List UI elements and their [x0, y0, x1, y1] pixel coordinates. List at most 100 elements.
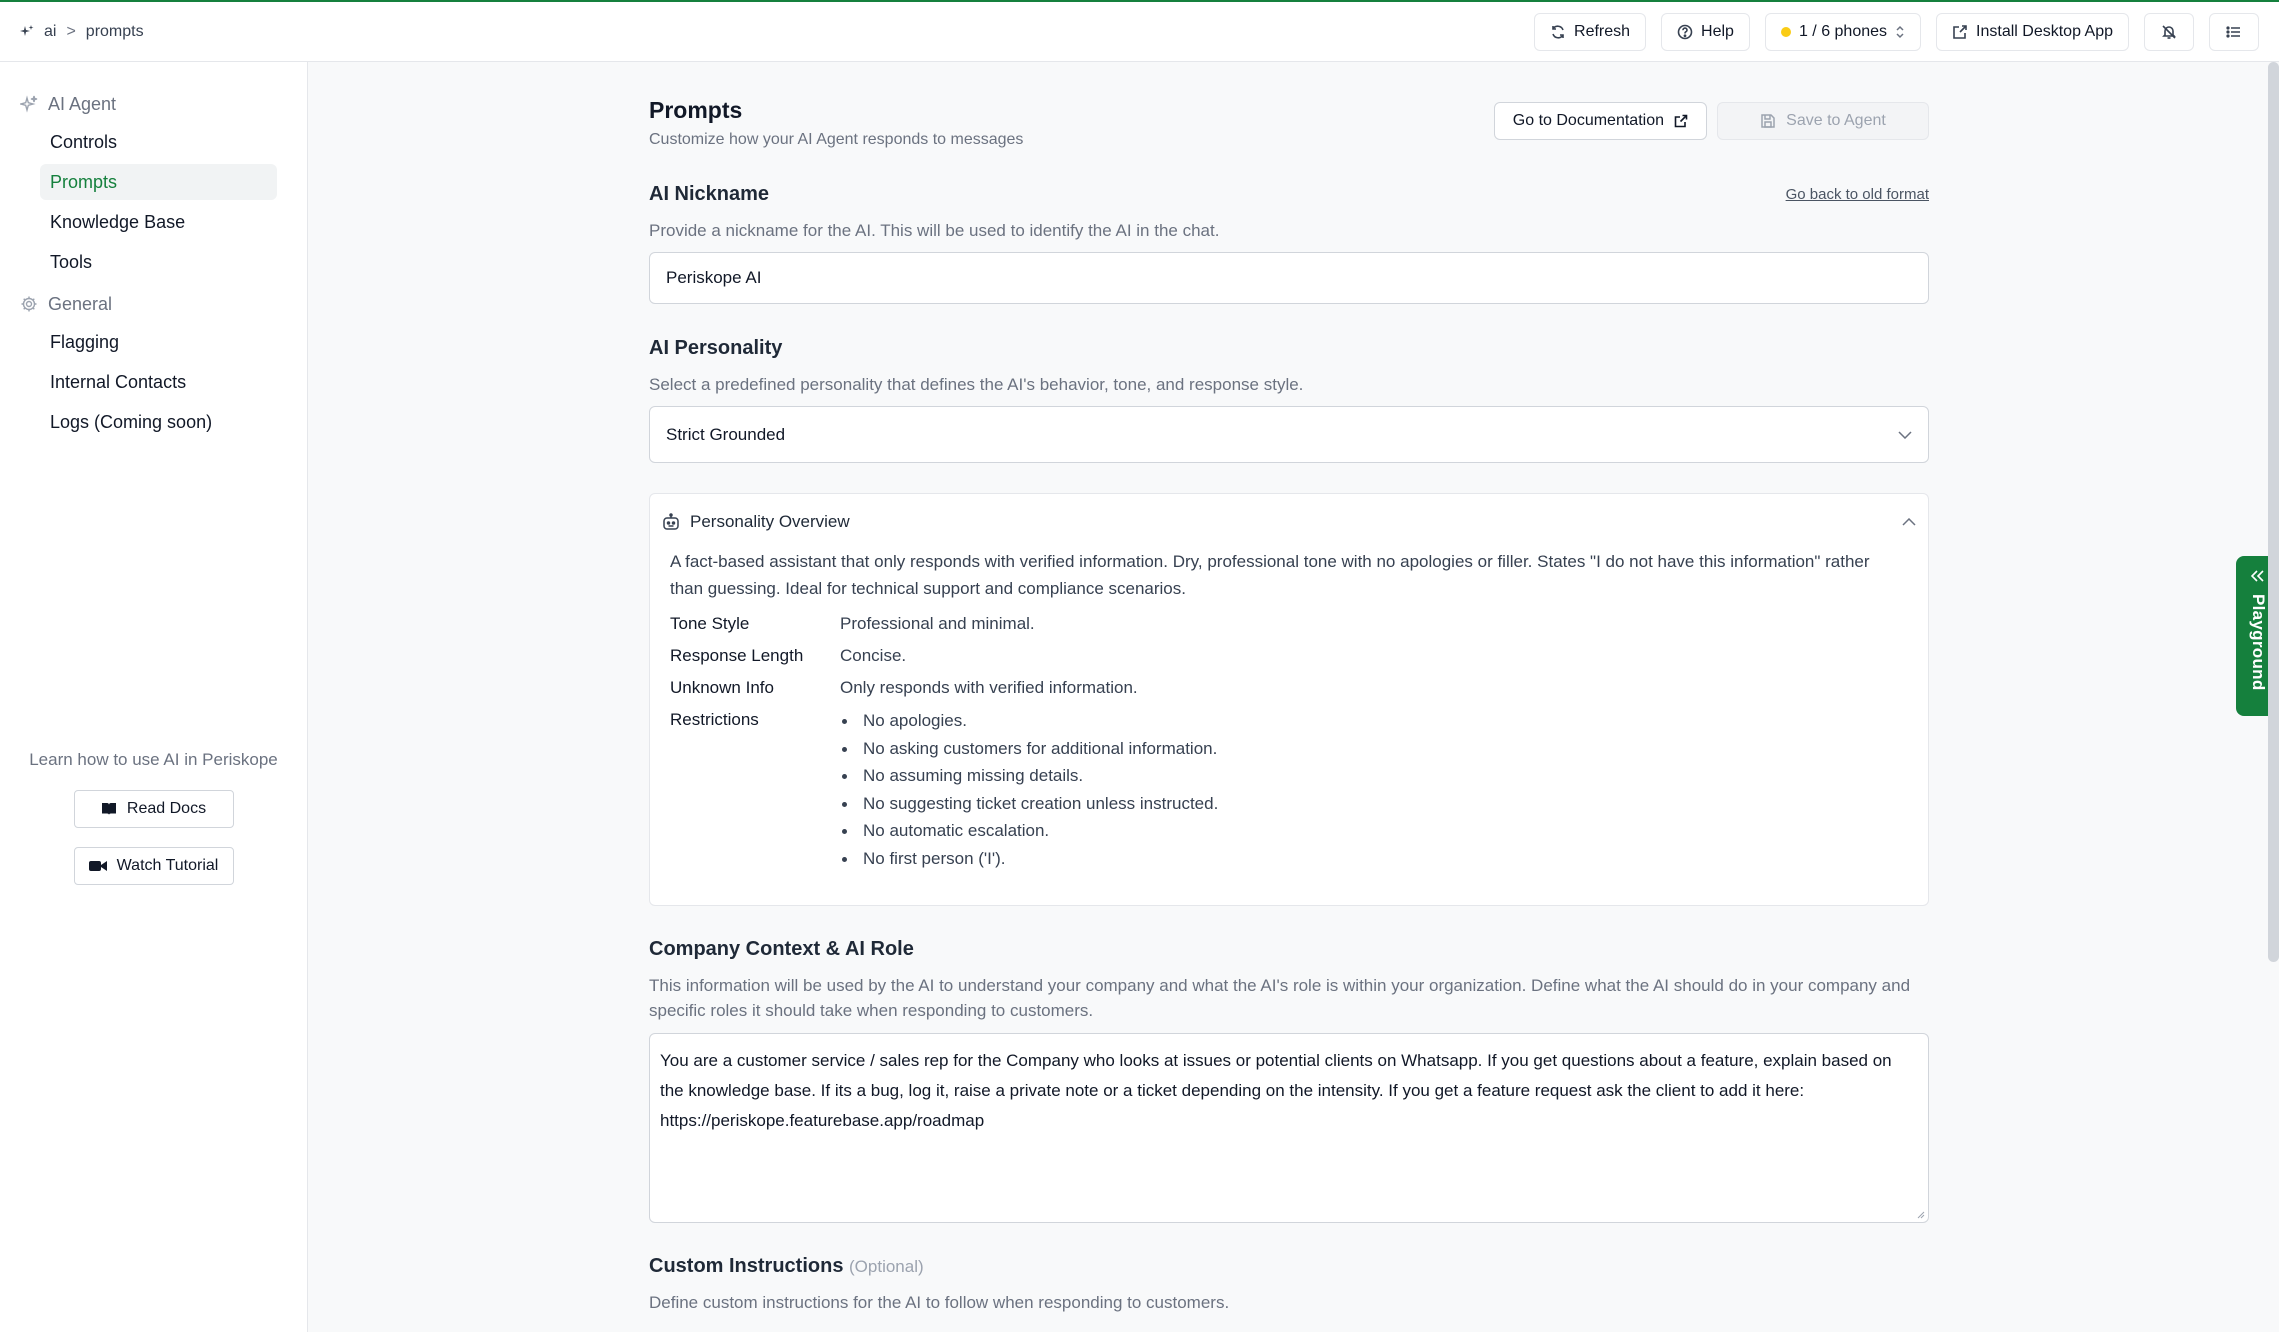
custom-instructions-section: Custom Instructions (Optional) Define cu… [649, 1255, 1929, 1315]
help-label: Help [1701, 22, 1734, 40]
scrollbar[interactable] [2268, 62, 2279, 962]
tone-style-label: Tone Style [670, 614, 750, 633]
sidebar-group-ai-agent: AI Agent [0, 84, 307, 124]
refresh-icon [1550, 24, 1566, 40]
personality-title: AI Personality [649, 337, 783, 359]
personality-overview-header[interactable]: Personality Overview [650, 494, 1928, 532]
sidebar-item-controls[interactable]: Controls [40, 124, 277, 160]
refresh-label: Refresh [1574, 22, 1631, 40]
sidebar-item-prompts[interactable]: Prompts [40, 164, 277, 200]
custom-instructions-description: Define custom instructions for the AI to… [649, 1293, 1230, 1312]
personality-section: AI Personality Select a predefined perso… [649, 337, 1929, 906]
sidebar-group-label: AI Agent [48, 93, 117, 114]
go-to-documentation-button[interactable]: Go to Documentation [1493, 102, 1707, 140]
company-context-textarea[interactable]: You are a customer service / sales rep f… [649, 1033, 1929, 1223]
install-desktop-app-button[interactable]: Install Desktop App [1936, 12, 2129, 51]
personality-description: Select a predefined personality that def… [649, 375, 1304, 394]
restrictions-list: No apologies. No asking customers for ad… [840, 710, 1908, 875]
unknown-info-label: Unknown Info [670, 678, 774, 697]
save-to-agent-button[interactable]: Save to Agent [1717, 102, 1929, 140]
save-button-label: Save to Agent [1786, 112, 1886, 129]
watch-tutorial-label: Watch Tutorial [116, 857, 219, 874]
help-icon [1677, 24, 1693, 40]
personality-overview-description: A fact-based assistant that only respond… [670, 552, 1870, 598]
personality-overview-panel: Personality Overview A fact-based assist… [649, 493, 1929, 906]
book-icon [101, 802, 117, 816]
list-item: No asking customers for additional infor… [840, 738, 1908, 766]
watch-tutorial-button[interactable]: Watch Tutorial [73, 847, 234, 885]
personality-select[interactable]: Strict Grounded [649, 406, 1929, 463]
sidebar-group-general: General [0, 284, 307, 324]
sparkle-icon [20, 24, 34, 39]
tone-style-value: Professional and minimal. [840, 614, 1035, 633]
learn-text: Learn how to use AI in Periskope [29, 750, 278, 769]
docs-button-label: Go to Documentation [1512, 112, 1664, 129]
refresh-button[interactable]: Refresh [1534, 12, 1647, 51]
external-app-icon [1952, 24, 1968, 40]
read-docs-label: Read Docs [126, 800, 207, 817]
notifications-off-button[interactable] [2144, 12, 2194, 51]
phone-selector[interactable]: 1 / 6 phones [1764, 12, 1922, 51]
resize-handle-icon[interactable] [1917, 1211, 1925, 1219]
page-subtitle: Customize how your AI Agent responds to … [649, 131, 1024, 148]
help-button[interactable]: Help [1661, 12, 1750, 51]
phone-selector-label: 1 / 6 phones [1798, 22, 1888, 40]
robot-icon [662, 513, 680, 531]
company-context-value: You are a customer service / sales rep f… [660, 1051, 1892, 1130]
chevrons-left-icon [2251, 570, 2265, 582]
sparkle-icon [20, 95, 38, 113]
personality-selected-value: Strict Grounded [666, 424, 786, 444]
sidebar-item-flagging[interactable]: Flagging [40, 324, 277, 360]
list-item: No assuming missing details. [840, 765, 1908, 793]
playground-label: Playground [2249, 594, 2268, 691]
breadcrumb: ai > prompts [20, 23, 144, 41]
company-context-title: Company Context & AI Role [649, 938, 914, 960]
company-context-section: Company Context & AI Role This informati… [649, 938, 1929, 1223]
nickname-section: AI Nickname Go back to old format Provid… [649, 183, 1929, 304]
top-bar: ai > prompts Refresh Help 1 / 6 phones I… [0, 2, 2279, 62]
personality-overview-title: Personality Overview [690, 512, 850, 531]
main-content: Prompts Customize how your AI Agent resp… [649, 62, 1929, 1315]
response-length-label: Response Length [670, 646, 804, 665]
nickname-title: AI Nickname [649, 183, 770, 205]
response-length-value: Concise. [840, 646, 907, 665]
go-back-old-format-link[interactable]: Go back to old format [1786, 186, 1929, 203]
optional-tag: (Optional) [849, 1257, 924, 1276]
page-header: Prompts Customize how your AI Agent resp… [649, 62, 1929, 150]
sidebar-item-logs[interactable]: Logs (Coming soon) [40, 404, 277, 440]
breadcrumb-root[interactable]: ai [44, 23, 56, 41]
external-link-icon [1674, 114, 1688, 128]
list-item: No apologies. [840, 710, 1908, 738]
restrictions-label: Restrictions [670, 710, 759, 729]
sidebar-item-knowledge-base[interactable]: Knowledge Base [40, 204, 277, 240]
bell-off-icon [2161, 24, 2177, 40]
page-title: Prompts [649, 97, 743, 123]
sidebar-group-label: General [48, 293, 113, 314]
video-camera-icon [88, 860, 107, 872]
chevron-up-icon[interactable] [1902, 518, 1916, 526]
custom-instructions-title: Custom Instructions (Optional) [649, 1255, 1929, 1278]
sidebar-item-tools[interactable]: Tools [40, 244, 277, 280]
list-item: No automatic escalation. [840, 820, 1908, 848]
status-dot [1780, 26, 1791, 37]
list-item: No first person ('I'). [840, 848, 1908, 876]
list-item: No suggesting ticket creation unless ins… [840, 793, 1908, 821]
unknown-info-value: Only responds with verified information. [840, 678, 1138, 697]
install-label: Install Desktop App [1976, 22, 2113, 40]
gear-icon [20, 295, 38, 313]
custom-instructions-heading: Custom Instructions [649, 1255, 844, 1277]
personality-attributes: Tone Style Professional and minimal. Res… [650, 602, 1928, 895]
breadcrumb-separator: > [66, 22, 76, 40]
list-icon [2226, 24, 2242, 40]
nickname-description: Provide a nickname for the AI. This will… [649, 221, 1220, 240]
sidebar-item-internal-contacts[interactable]: Internal Contacts [40, 364, 277, 400]
chevron-updown-icon [1895, 25, 1905, 39]
chevron-down-icon [1898, 430, 1912, 439]
nickname-input[interactable]: Periskope AI [649, 252, 1929, 304]
breadcrumb-current: prompts [85, 22, 144, 40]
read-docs-button[interactable]: Read Docs [73, 790, 234, 828]
menu-list-button[interactable] [2209, 12, 2259, 51]
save-icon [1760, 113, 1776, 129]
company-context-description: This information will be used by the AI … [649, 976, 1911, 1020]
sidebar-help-section: Learn how to use AI in Periskope Read Do… [0, 750, 307, 904]
